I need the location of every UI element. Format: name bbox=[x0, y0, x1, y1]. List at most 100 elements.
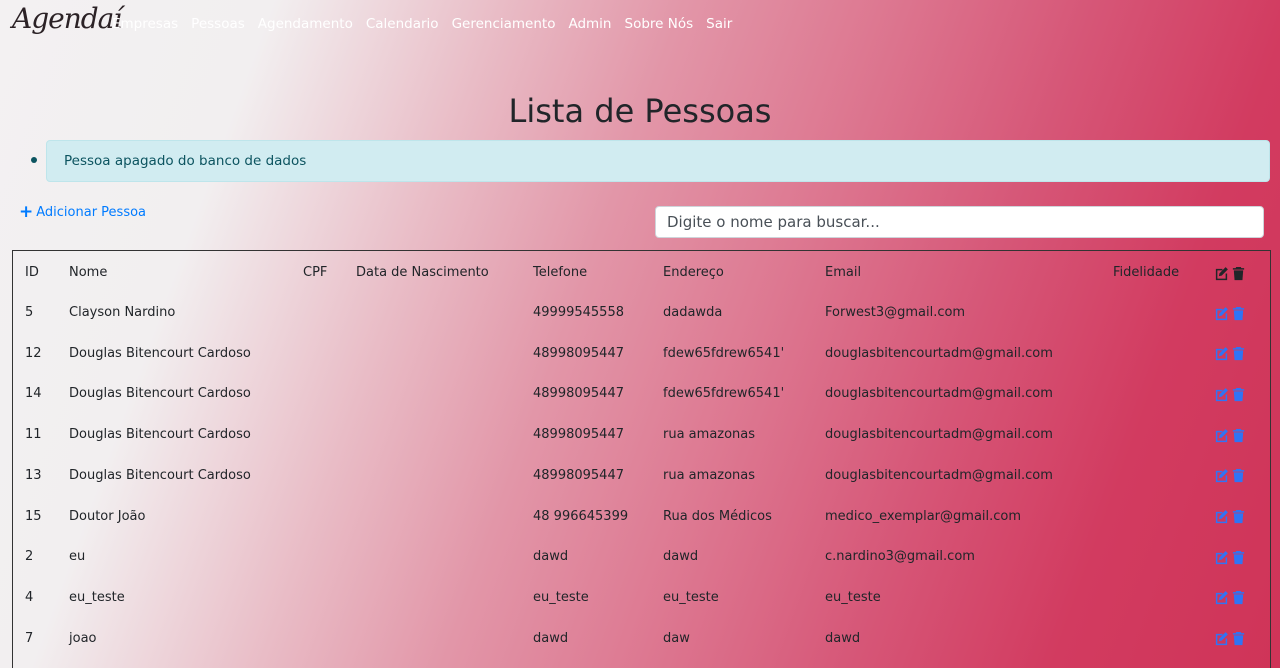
cell-email: douglasbitencourtadm@gmail.com bbox=[825, 427, 1053, 443]
edit-icon bbox=[1214, 266, 1229, 281]
header-cpf: CPF bbox=[303, 265, 328, 280]
cell-endereco: fdew65fdrew6541' bbox=[663, 386, 785, 402]
cell-nome: Douglas Bitencourt Cardoso bbox=[69, 427, 251, 443]
search-input[interactable] bbox=[655, 206, 1264, 238]
trash-icon[interactable] bbox=[1231, 590, 1246, 605]
table-row: 4 eu_teste eu_teste eu_teste eu_teste bbox=[13, 578, 1270, 618]
edit-icon[interactable] bbox=[1214, 428, 1229, 443]
trash-icon[interactable] bbox=[1231, 387, 1246, 402]
header-endereco: Endereço bbox=[663, 265, 724, 280]
edit-icon[interactable] bbox=[1214, 346, 1229, 361]
nav-link-sobre-nos[interactable]: Sobre Nós bbox=[625, 16, 694, 32]
add-person-label: Adicionar Pessoa bbox=[36, 205, 147, 220]
nav-link-agendamento[interactable]: Agendamento bbox=[258, 16, 353, 32]
add-person-link[interactable]: + Adicionar Pessoa bbox=[19, 202, 147, 222]
cell-endereco: rua amazonas bbox=[663, 427, 756, 443]
edit-icon[interactable] bbox=[1214, 590, 1229, 605]
row-actions bbox=[1214, 619, 1248, 659]
row-actions bbox=[1214, 578, 1248, 618]
cell-telefone: 48 996645399 bbox=[533, 508, 629, 524]
table-row: 11 Douglas Bitencourt Cardoso 48998095447 r… bbox=[13, 415, 1270, 455]
edit-icon[interactable] bbox=[1214, 468, 1229, 483]
cell-email: c.nardino3@gmail.com bbox=[825, 549, 975, 565]
edit-icon[interactable] bbox=[1214, 631, 1229, 646]
cell-telefone: 48998095447 bbox=[533, 345, 624, 361]
cell-nome: joao bbox=[69, 630, 97, 646]
trash-icon bbox=[1231, 266, 1246, 281]
table-row: 2 eu dawd dawd c.nardino3@gmail.com bbox=[13, 537, 1270, 577]
nav-links: Empresas Pessoas Agendamento Calendario … bbox=[112, 16, 745, 32]
cell-email: eu_teste bbox=[825, 589, 881, 605]
cell-telefone: 48998095447 bbox=[533, 386, 624, 402]
row-actions bbox=[1214, 334, 1248, 374]
table-row: 13 Douglas Bitencourt Cardoso 48998095447 r… bbox=[13, 456, 1270, 496]
table-row: 15 Doutor João 48 996645399 Rua dos Médicos… bbox=[13, 497, 1270, 537]
row-actions bbox=[1214, 497, 1248, 537]
cell-nome: Clayson Nardino bbox=[69, 305, 176, 320]
cell-endereco: fdew65fdrew6541' bbox=[663, 345, 785, 361]
navbar: Agendaí Empresas Pessoas Agendamento Cal… bbox=[0, 0, 1280, 50]
cell-email: douglasbitencourtadm@gmail.com bbox=[825, 386, 1053, 402]
cell-nome: Douglas Bitencourt Cardoso bbox=[69, 386, 251, 402]
cell-email: douglasbitencourtadm@gmail.com bbox=[825, 467, 1053, 483]
cell-telefone: dawd bbox=[533, 630, 569, 646]
trash-icon[interactable] bbox=[1231, 631, 1246, 646]
nav-link-sair[interactable]: Sair bbox=[706, 16, 732, 32]
list-bullet bbox=[31, 157, 37, 163]
cell-id: 2 bbox=[25, 549, 34, 565]
cell-id: 4 bbox=[25, 589, 34, 605]
edit-icon[interactable] bbox=[1214, 509, 1229, 524]
cell-nome: eu_teste bbox=[69, 589, 125, 605]
table-header-row: ID Nome CPF Data de Nascimento Telefone … bbox=[13, 253, 1270, 293]
edit-icon[interactable] bbox=[1214, 387, 1229, 402]
cell-endereco: dawd bbox=[663, 549, 699, 565]
nav-link-pessoas[interactable]: Pessoas bbox=[191, 16, 245, 32]
cell-endereco: Rua dos Médicos bbox=[663, 508, 772, 524]
nav-link-gerenciamento[interactable]: Gerenciamento bbox=[452, 16, 556, 32]
row-actions bbox=[1214, 456, 1248, 496]
cell-nome: Douglas Bitencourt Cardoso bbox=[69, 467, 251, 483]
plus-icon: + bbox=[19, 202, 34, 222]
header-actions bbox=[1214, 253, 1248, 293]
trash-icon[interactable] bbox=[1231, 306, 1246, 321]
cell-email: douglasbitencourtadm@gmail.com bbox=[825, 345, 1053, 361]
cell-id: 5 bbox=[25, 305, 34, 320]
header-fidelidade: Fidelidade bbox=[1113, 265, 1180, 280]
cell-id: 15 bbox=[25, 508, 42, 524]
cell-nome: Douglas Bitencourt Cardoso bbox=[69, 345, 251, 361]
row-actions bbox=[1214, 374, 1248, 414]
table-row: 14 Douglas Bitencourt Cardoso 48998095447 f… bbox=[13, 374, 1270, 414]
trash-icon[interactable] bbox=[1231, 346, 1246, 361]
alert-message: Pessoa apagado do banco de dados bbox=[46, 140, 1270, 182]
brand-logo[interactable]: Agendaí bbox=[12, 2, 122, 35]
header-nome: Nome bbox=[69, 265, 108, 280]
page-title: Lista de Pessoas bbox=[508, 92, 772, 130]
nav-link-admin[interactable]: Admin bbox=[568, 16, 611, 32]
cell-endereco: eu_teste bbox=[663, 589, 719, 605]
row-actions bbox=[1214, 537, 1248, 577]
cell-email: dawd bbox=[825, 630, 861, 646]
cell-nome: Doutor João bbox=[69, 508, 146, 524]
nav-link-empresas[interactable]: Empresas bbox=[112, 16, 178, 32]
cell-nome: eu bbox=[69, 549, 86, 565]
trash-icon[interactable] bbox=[1231, 550, 1246, 565]
people-table: ID Nome CPF Data de Nascimento Telefone … bbox=[12, 250, 1271, 668]
cell-id: 11 bbox=[25, 427, 42, 443]
header-email: Email bbox=[825, 265, 862, 280]
trash-icon[interactable] bbox=[1231, 428, 1246, 443]
header-id: ID bbox=[25, 265, 39, 280]
cell-telefone: 48998095447 bbox=[533, 427, 624, 443]
edit-icon[interactable] bbox=[1214, 306, 1229, 321]
cell-id: 14 bbox=[25, 386, 42, 402]
trash-icon[interactable] bbox=[1231, 509, 1246, 524]
cell-telefone: 49999545558 bbox=[533, 305, 624, 320]
table-row: 12 Douglas Bitencourt Cardoso 48998095447 f… bbox=[13, 334, 1270, 374]
nav-link-calendario[interactable]: Calendario bbox=[366, 16, 439, 32]
cell-id: 12 bbox=[25, 345, 42, 361]
trash-icon[interactable] bbox=[1231, 468, 1246, 483]
row-actions bbox=[1214, 415, 1248, 455]
cell-id: 13 bbox=[25, 467, 42, 483]
cell-endereco: rua amazonas bbox=[663, 467, 756, 483]
edit-icon[interactable] bbox=[1214, 550, 1229, 565]
cell-telefone: 48998095447 bbox=[533, 467, 624, 483]
